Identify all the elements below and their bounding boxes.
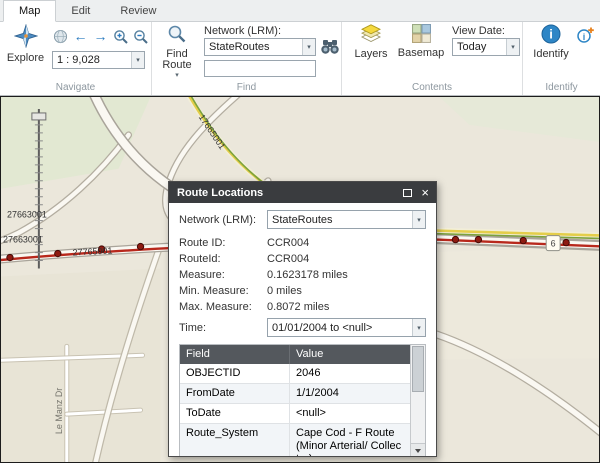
route-label: 27765001 bbox=[72, 245, 112, 257]
route-shield-number: 6 bbox=[551, 239, 556, 249]
scrollbar-thumb[interactable] bbox=[412, 346, 424, 392]
time-value: 01/01/2004 to <null> bbox=[268, 322, 412, 334]
navigate-group-label: Navigate bbox=[0, 81, 151, 95]
time-label: Time: bbox=[179, 322, 267, 334]
panel-title: Route Locations bbox=[177, 187, 394, 199]
view-date-label: View Date: bbox=[452, 25, 505, 37]
route-id-value: CCR004 bbox=[267, 237, 426, 249]
scroll-down-button[interactable] bbox=[411, 443, 425, 456]
ribbon-group-contents: Layers Basemap View Date: To bbox=[342, 22, 523, 95]
panel-network-value: StateRoutes bbox=[268, 214, 412, 226]
route-locations-panel: Route Locations × Network (LRM): StateRo… bbox=[168, 181, 437, 457]
routeid-label: RouteId: bbox=[179, 253, 267, 265]
network-lrm-label: Network (LRM): bbox=[204, 25, 281, 37]
explore-label: Explore bbox=[7, 53, 44, 64]
table-row[interactable]: ToDate <null> bbox=[180, 404, 410, 424]
scale-value: 1 : 9,028 bbox=[53, 54, 131, 66]
svg-text:i: i bbox=[583, 32, 586, 42]
time-select[interactable]: 01/01/2004 to <null> ▾ bbox=[267, 318, 426, 337]
table-row[interactable]: OBJECTID 2046 bbox=[180, 364, 410, 384]
max-measure-label: Max. Measure: bbox=[179, 301, 267, 313]
network-lrm-select[interactable]: StateRoutes ▾ bbox=[204, 38, 316, 56]
find-route-button[interactable]: Find Route ▾ bbox=[155, 24, 199, 79]
routeid-value: CCR004 bbox=[267, 253, 426, 265]
contents-group-label: Contents bbox=[342, 81, 522, 95]
identify-group-label: Identify bbox=[523, 81, 600, 95]
column-header-value: Value bbox=[290, 345, 410, 364]
attribute-table: Field Value OBJECTID 2046 FromDate 1/1/2… bbox=[179, 344, 426, 456]
layers-button[interactable]: Layers bbox=[348, 24, 394, 60]
chevron-down-icon: ▾ bbox=[131, 52, 144, 68]
search-icon bbox=[167, 24, 187, 47]
chevron-down-icon: ▾ bbox=[506, 39, 519, 55]
route-id-input[interactable] bbox=[204, 60, 316, 77]
previous-extent-icon[interactable]: ← bbox=[72, 28, 89, 45]
street-name-label: Le Manz Dr bbox=[54, 388, 64, 434]
asset-label: 27663001 bbox=[3, 235, 43, 245]
basemap-label: Basemap bbox=[398, 48, 444, 59]
tab-review[interactable]: Review bbox=[105, 1, 171, 21]
tab-map[interactable]: Map bbox=[3, 0, 56, 22]
ribbon-group-identify: i Identify i Identify bbox=[523, 22, 600, 95]
table-row[interactable]: FromDate 1/1/2004 bbox=[180, 384, 410, 404]
triangle-down-icon bbox=[415, 449, 421, 453]
column-header-field: Field bbox=[180, 345, 290, 364]
identify-label: Identify bbox=[533, 49, 568, 60]
min-measure-label: Min. Measure: bbox=[179, 285, 267, 297]
full-extent-globe-icon[interactable] bbox=[52, 28, 69, 45]
chevron-down-icon: ▾ bbox=[412, 211, 425, 228]
explore-button[interactable]: Explore bbox=[2, 24, 49, 64]
network-lrm-value: StateRoutes bbox=[205, 41, 302, 53]
maximize-icon[interactable] bbox=[403, 189, 412, 197]
layers-label: Layers bbox=[354, 49, 387, 60]
route-shield: 6 bbox=[546, 236, 560, 251]
ribbon: Explore ← → bbox=[0, 22, 600, 96]
max-measure-value: 0.8072 miles bbox=[267, 301, 426, 313]
tab-edit[interactable]: Edit bbox=[56, 1, 105, 21]
ribbon-group-find: Find Route ▾ Network (LRM): StateRoutes … bbox=[152, 22, 342, 95]
application-window: Map Edit Review Explore bbox=[0, 0, 600, 463]
chevron-down-icon: ▾ bbox=[412, 319, 425, 336]
compass-icon bbox=[14, 24, 38, 51]
zoom-in-icon[interactable] bbox=[112, 28, 129, 45]
panel-network-select[interactable]: StateRoutes ▾ bbox=[267, 210, 426, 229]
measure-label: Measure: bbox=[179, 269, 267, 281]
find-route-label: Find Route bbox=[157, 49, 197, 71]
ribbon-group-navigate: Explore ← → bbox=[0, 22, 152, 95]
asset-label: 27663001 bbox=[7, 210, 47, 220]
min-measure-value: 0 miles bbox=[267, 285, 426, 297]
measure-value: 0.1623178 miles bbox=[267, 269, 426, 281]
attribute-table-header: Field Value bbox=[180, 345, 410, 364]
close-icon[interactable]: × bbox=[421, 186, 429, 199]
zoom-slider-handle[interactable] bbox=[32, 113, 46, 120]
layers-icon bbox=[361, 24, 381, 47]
view-date-value: Today bbox=[453, 41, 506, 53]
identify-info-icon: i bbox=[541, 24, 561, 47]
route-id-label: Route ID: bbox=[179, 237, 267, 249]
map-viewport[interactable]: 6 27663001 27663001 27765001 17665001 Le… bbox=[0, 96, 600, 463]
svg-text:i: i bbox=[549, 27, 553, 42]
chevron-down-icon: ▾ bbox=[175, 72, 179, 79]
basemap-icon bbox=[412, 24, 431, 46]
panel-titlebar[interactable]: Route Locations × bbox=[169, 182, 436, 203]
chevron-down-icon: ▾ bbox=[302, 39, 315, 55]
zoom-out-icon[interactable] bbox=[132, 28, 149, 45]
table-row[interactable]: Route_System Cape Cod - F Route (Minor A… bbox=[180, 424, 410, 456]
network-lrm-label: Network (LRM): bbox=[179, 214, 267, 226]
next-extent-icon[interactable]: → bbox=[92, 28, 109, 45]
find-group-label: Find bbox=[152, 81, 341, 95]
view-date-select[interactable]: Today ▾ bbox=[452, 38, 520, 56]
scale-combobox[interactable]: 1 : 9,028 ▾ bbox=[52, 51, 145, 69]
identify-button[interactable]: i Identify bbox=[527, 24, 575, 60]
ribbon-tab-bar: Map Edit Review bbox=[0, 0, 600, 22]
basemap-button[interactable]: Basemap bbox=[396, 24, 446, 59]
binoculars-icon[interactable] bbox=[320, 38, 340, 56]
table-scrollbar[interactable] bbox=[410, 345, 425, 456]
identify-add-icon[interactable]: i bbox=[577, 26, 595, 44]
